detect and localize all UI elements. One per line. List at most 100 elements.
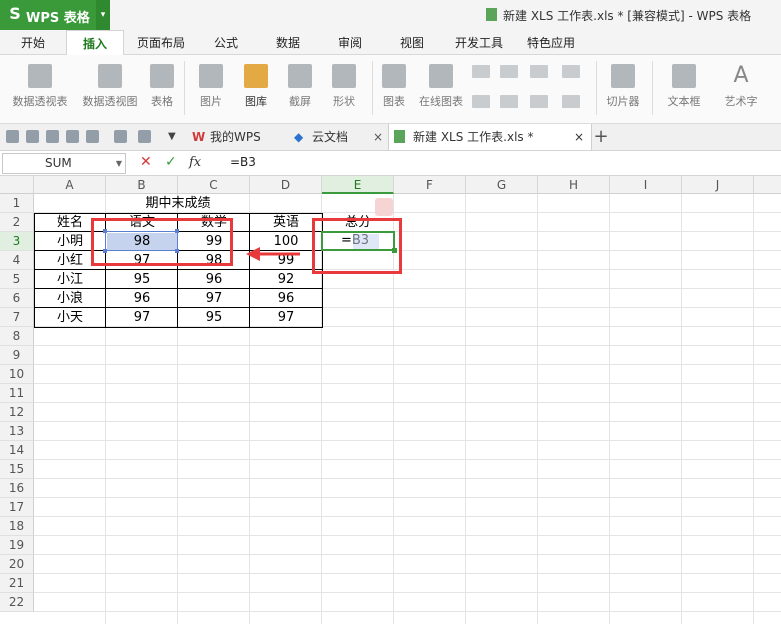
- row-header[interactable]: 19: [0, 536, 34, 555]
- table-cell[interactable]: 97: [178, 289, 250, 308]
- slicer-button[interactable]: 切片器: [602, 55, 644, 123]
- redo-icon[interactable]: [138, 130, 151, 143]
- spreadsheet-grid[interactable]: A B C D E F G H I J 1 2 3 4 5 6 7 8 9 10…: [0, 176, 781, 624]
- chevron-down-icon[interactable]: ▼: [168, 124, 176, 150]
- floating-hint-icon[interactable]: [375, 198, 393, 216]
- area-chart-icon[interactable]: [562, 65, 580, 78]
- table-cell[interactable]: 96: [106, 289, 178, 308]
- cancel-formula-icon[interactable]: ✕: [140, 153, 152, 172]
- tab-formula[interactable]: 公式: [204, 30, 248, 54]
- column-header-c[interactable]: C: [178, 176, 250, 194]
- column-header-i[interactable]: I: [610, 176, 682, 194]
- row-header[interactable]: 20: [0, 555, 34, 574]
- column-header-g[interactable]: G: [466, 176, 538, 194]
- column-header-a[interactable]: A: [34, 176, 106, 194]
- row-header[interactable]: 5: [0, 270, 34, 289]
- online-chart-button[interactable]: 在线图表: [414, 55, 468, 123]
- table-cell[interactable]: 96: [178, 270, 250, 289]
- shapes-button[interactable]: 形状: [324, 55, 364, 123]
- table-cell[interactable]: 小天: [34, 308, 106, 327]
- table-cell[interactable]: 95: [178, 308, 250, 327]
- sheet-title-cell[interactable]: 期中末成绩: [106, 194, 250, 213]
- table-cell[interactable]: 97: [106, 308, 178, 327]
- tab-page-layout[interactable]: 页面布局: [130, 30, 192, 54]
- close-icon[interactable]: ×: [574, 124, 584, 150]
- column-header-h[interactable]: H: [538, 176, 610, 194]
- column-header-e[interactable]: E: [322, 176, 394, 194]
- wordart-button[interactable]: A 艺术字: [714, 55, 768, 123]
- column-header-b[interactable]: B: [106, 176, 178, 194]
- tab-developer[interactable]: 开发工具: [448, 30, 510, 54]
- table-cell[interactable]: 96: [250, 289, 322, 308]
- insert-function-icon[interactable]: fx: [189, 153, 201, 172]
- tab-insert[interactable]: 插入: [66, 30, 124, 56]
- row-header[interactable]: 14: [0, 441, 34, 460]
- table-cell[interactable]: 小江: [34, 270, 106, 289]
- row-header[interactable]: 15: [0, 460, 34, 479]
- column-header-f[interactable]: F: [394, 176, 466, 194]
- bar-chart-icon[interactable]: [500, 95, 518, 108]
- row-header[interactable]: 11: [0, 384, 34, 403]
- row-header[interactable]: 8: [0, 327, 34, 346]
- column-header-d[interactable]: D: [250, 176, 322, 194]
- chevron-down-icon[interactable]: ▾: [96, 0, 110, 30]
- column-header-k[interactable]: [754, 176, 781, 194]
- pivot-chart-button[interactable]: 数据透视图: [76, 55, 144, 123]
- pie-chart-icon[interactable]: [530, 95, 548, 108]
- row-header[interactable]: 4: [0, 251, 34, 270]
- column-chart-icon[interactable]: [472, 65, 490, 78]
- row-header[interactable]: 13: [0, 422, 34, 441]
- pivot-table-button[interactable]: 数据透视表: [6, 55, 74, 123]
- column-header-j[interactable]: J: [682, 176, 754, 194]
- tab-data[interactable]: 数据: [266, 30, 310, 54]
- export-pdf-icon[interactable]: [46, 130, 59, 143]
- row-header[interactable]: 18: [0, 517, 34, 536]
- select-all-corner[interactable]: [0, 176, 34, 194]
- save-icon[interactable]: [26, 130, 39, 143]
- close-icon[interactable]: ×: [373, 124, 383, 150]
- new-tab-plus-icon[interactable]: +: [593, 124, 609, 150]
- table-button[interactable]: 表格: [146, 55, 178, 123]
- row-header[interactable]: 3: [0, 232, 34, 251]
- wps-app-menu-button[interactable]: S WPS 表格 ▾: [0, 0, 110, 30]
- row-header[interactable]: 12: [0, 403, 34, 422]
- row-header[interactable]: 1: [0, 194, 34, 213]
- screenshot-button[interactable]: 截屏: [280, 55, 320, 123]
- line-chart-icon[interactable]: [500, 65, 518, 78]
- undo-icon[interactable]: [114, 130, 127, 143]
- doc-tab-cloud-docs[interactable]: ◆ 云文档: [290, 124, 374, 150]
- formula-input[interactable]: =B3: [230, 153, 256, 172]
- tab-review[interactable]: 审阅: [328, 30, 372, 54]
- doc-tab-my-wps[interactable]: W 我的WPS: [188, 124, 280, 150]
- table-cell[interactable]: 95: [106, 270, 178, 289]
- textbox-button[interactable]: 文本框: [658, 55, 710, 123]
- table-cell[interactable]: 97: [250, 308, 322, 327]
- tab-home[interactable]: 开始: [8, 30, 58, 54]
- table-cell[interactable]: 小浪: [34, 289, 106, 308]
- open-folder-icon[interactable]: [6, 130, 19, 143]
- name-box[interactable]: SUM ▼: [2, 153, 126, 174]
- row-header[interactable]: 16: [0, 479, 34, 498]
- row-header[interactable]: 21: [0, 574, 34, 593]
- picture-button[interactable]: 图片: [190, 55, 232, 123]
- row-header[interactable]: 2: [0, 213, 34, 232]
- row-header[interactable]: 17: [0, 498, 34, 517]
- print-icon[interactable]: [66, 130, 79, 143]
- row-header[interactable]: 9: [0, 346, 34, 365]
- print-preview-icon[interactable]: [86, 130, 99, 143]
- gallery-button[interactable]: 图库: [236, 55, 276, 123]
- line-chart-icon[interactable]: [530, 65, 548, 78]
- chart-button[interactable]: 图表: [378, 55, 410, 123]
- tab-view[interactable]: 视图: [390, 30, 434, 54]
- row-header[interactable]: 6: [0, 289, 34, 308]
- row-header[interactable]: 22: [0, 593, 34, 612]
- scatter-chart-icon[interactable]: [562, 95, 580, 108]
- scatter-chart-icon[interactable]: [472, 95, 490, 108]
- row-header[interactable]: 10: [0, 365, 34, 384]
- tab-special[interactable]: 特色应用: [520, 30, 582, 54]
- doc-tab-current[interactable]: 新建 XLS 工作表.xls * ×: [388, 124, 592, 150]
- ribbon-separator: [596, 61, 597, 115]
- confirm-formula-icon[interactable]: ✓: [165, 153, 177, 172]
- row-header[interactable]: 7: [0, 308, 34, 327]
- chevron-down-icon[interactable]: ▼: [116, 154, 122, 173]
